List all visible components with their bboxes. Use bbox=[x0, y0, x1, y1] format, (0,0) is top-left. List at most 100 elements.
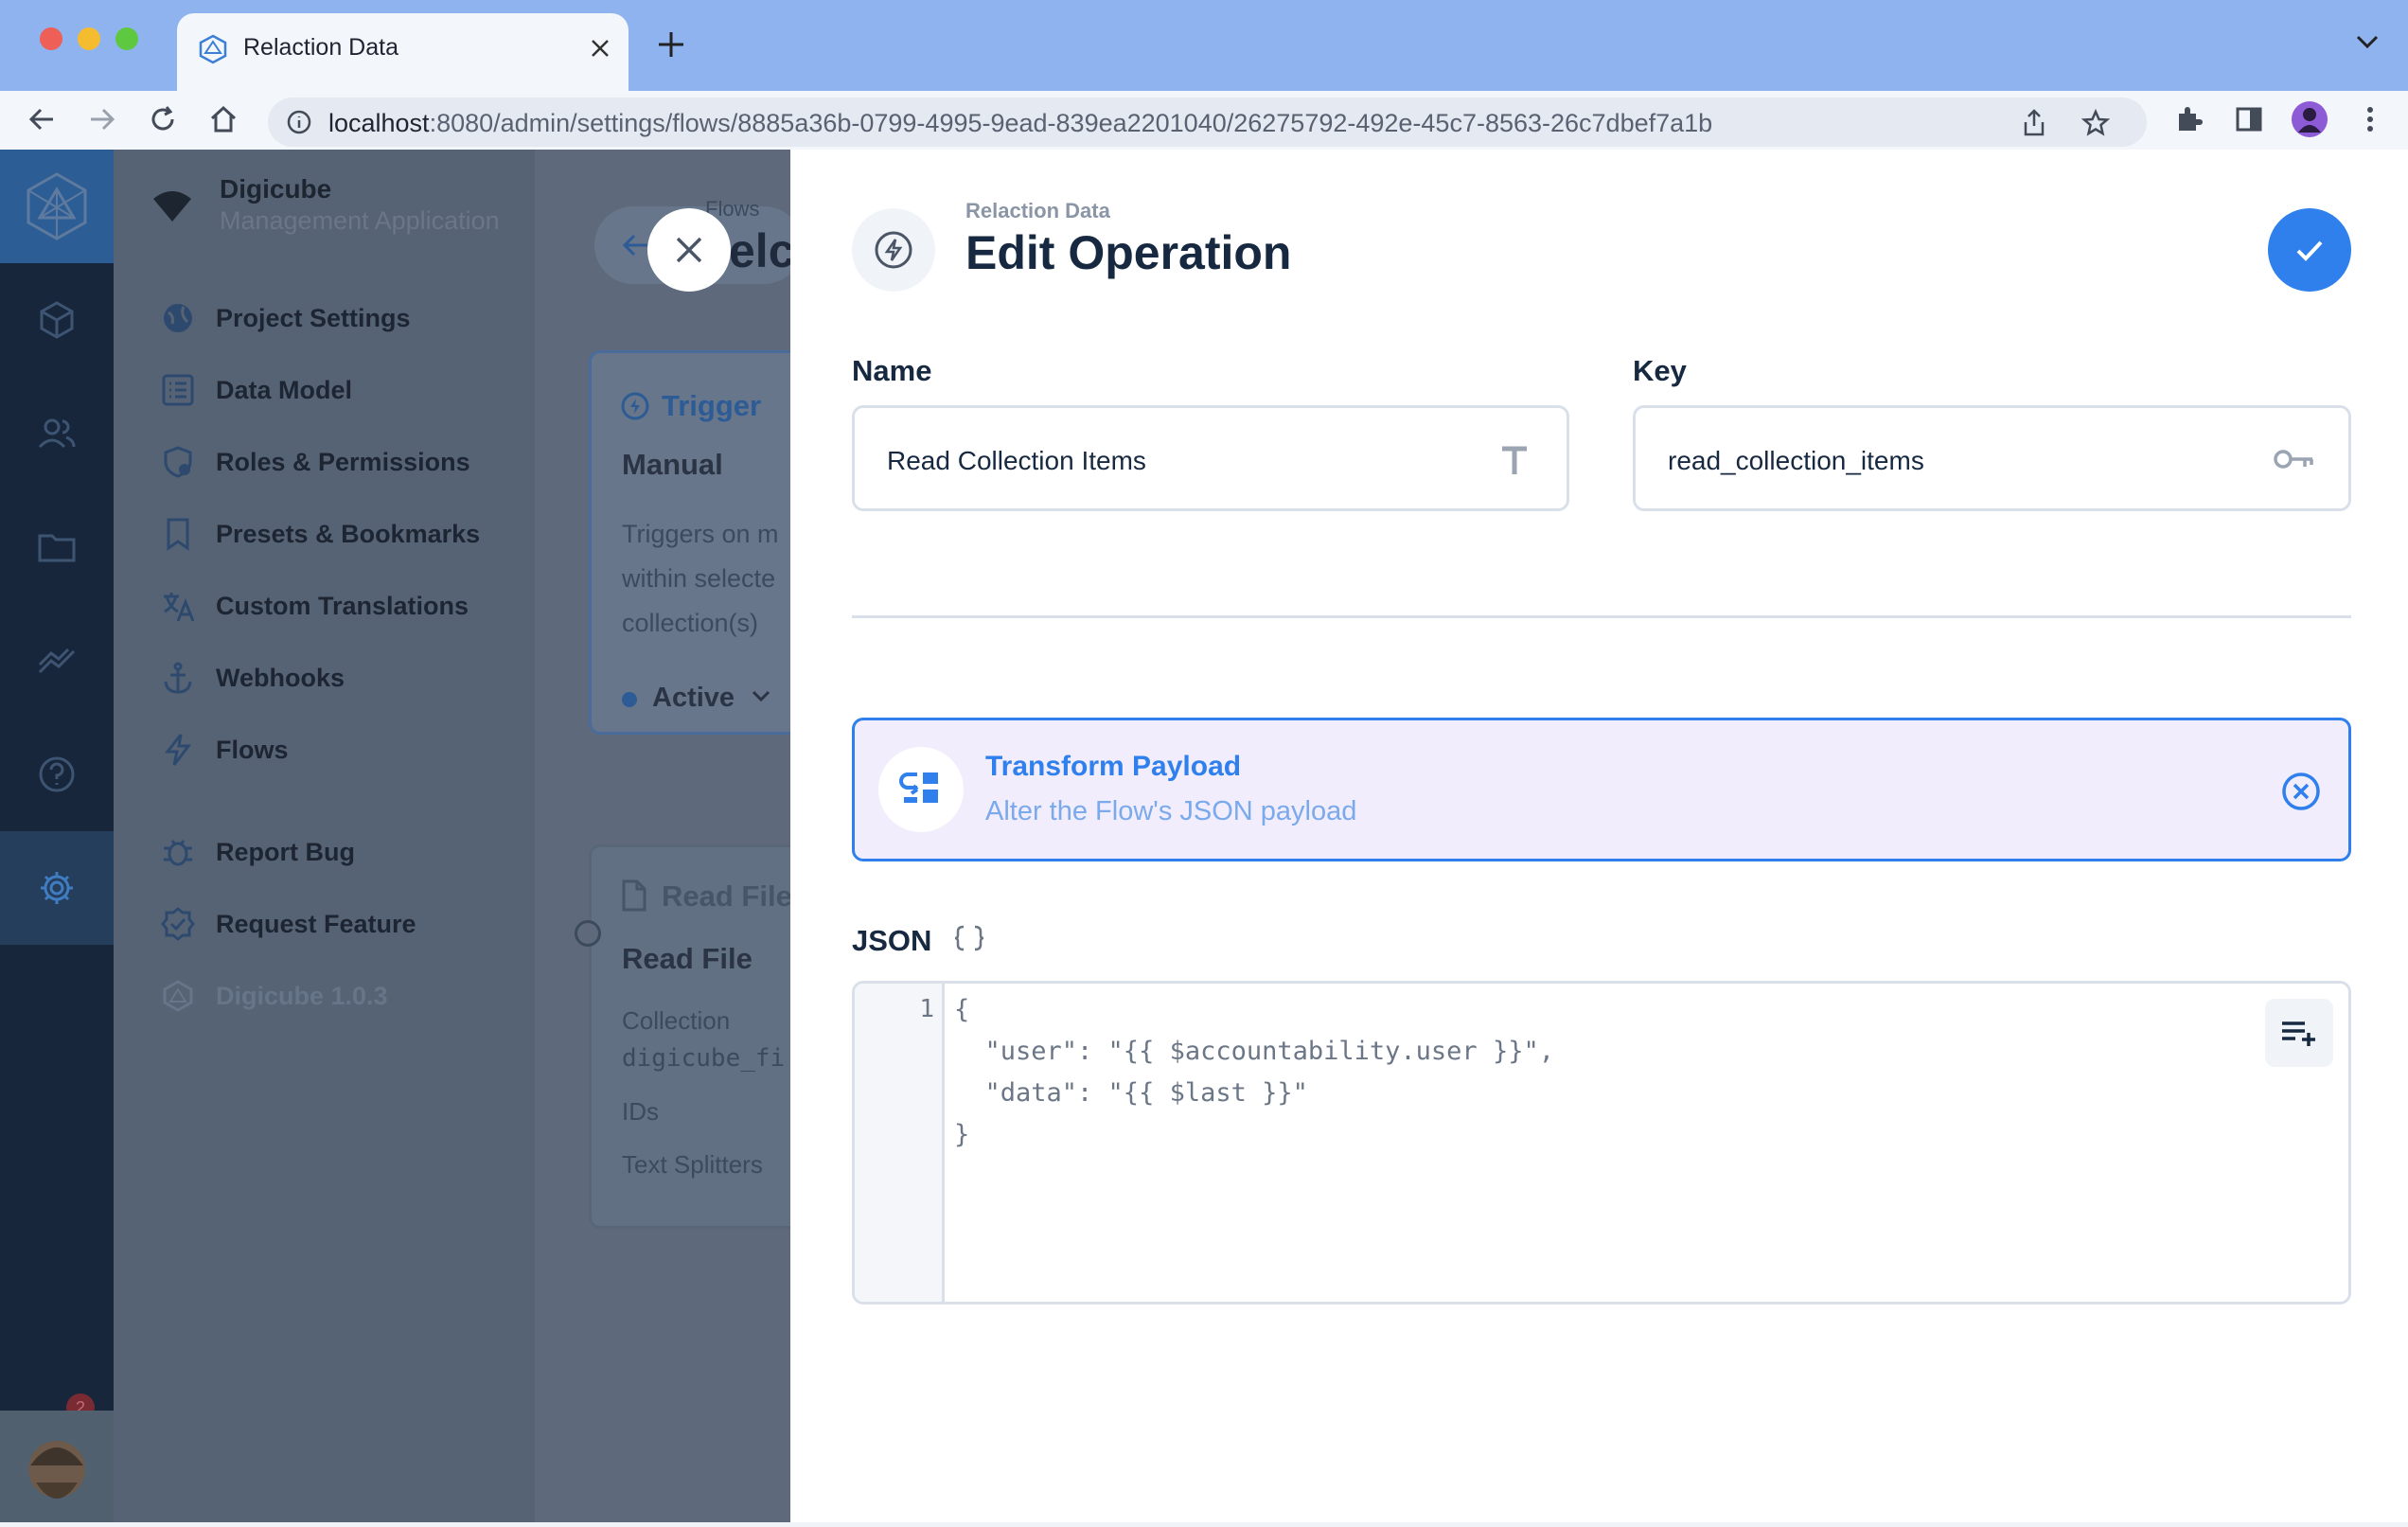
extensions-icon[interactable] bbox=[2169, 100, 2207, 138]
line-number-gutter: 1 bbox=[855, 984, 945, 1302]
share-icon[interactable] bbox=[2021, 109, 2047, 137]
nav-item-label: Flows bbox=[216, 735, 289, 764]
project-descriptor: Management Application bbox=[220, 206, 500, 235]
close-drawer-button[interactable] bbox=[647, 208, 731, 292]
check-badge-icon bbox=[159, 905, 197, 943]
module-rail: 2 bbox=[0, 150, 114, 1522]
key-value: read_collection_items bbox=[1668, 446, 1924, 475]
trigger-description: Triggers on m within selecte collection(… bbox=[622, 512, 779, 646]
version-label: Digicube 1.0.3 bbox=[216, 981, 388, 1010]
forward-icon[interactable] bbox=[83, 100, 121, 138]
name-label: Name bbox=[852, 354, 932, 387]
translate-icon bbox=[159, 587, 197, 625]
close-icon bbox=[676, 237, 702, 263]
rail-files-module[interactable] bbox=[0, 490, 114, 604]
globe-icon bbox=[159, 299, 197, 337]
cube-icon bbox=[40, 301, 74, 339]
app-logo[interactable] bbox=[0, 150, 114, 263]
browser-titlebar: Relaction Data bbox=[0, 0, 2408, 91]
trigger-status[interactable]: Active bbox=[652, 683, 735, 714]
insights-icon bbox=[38, 648, 76, 674]
rail-users-module[interactable] bbox=[0, 377, 114, 490]
json-label-text: JSON bbox=[852, 924, 932, 957]
nav-item-presets-bookmarks[interactable]: Presets & Bookmarks bbox=[159, 506, 480, 562]
connector-dot[interactable] bbox=[575, 920, 601, 947]
key-field[interactable]: read_collection_items bbox=[1633, 405, 2351, 511]
header-icon-container bbox=[852, 208, 935, 292]
browser-toolbar: localhost:8080/admin/settings/flows/8885… bbox=[0, 91, 2408, 151]
app: 2 Digicube Management Application Projec… bbox=[0, 150, 2408, 1522]
url-host: localhost bbox=[328, 109, 430, 137]
bug-icon bbox=[159, 833, 197, 871]
version-info: Digicube 1.0.3 bbox=[159, 968, 388, 1024]
json-code-editor[interactable]: 1 { "user": "{{ $accountability.user }}"… bbox=[852, 981, 2351, 1305]
url-text: localhost:8080/admin/settings/flows/8885… bbox=[328, 109, 1712, 138]
back-arrow-icon bbox=[622, 234, 647, 257]
home-icon[interactable] bbox=[204, 100, 242, 138]
name-field[interactable]: Read Collection Items bbox=[852, 405, 1569, 511]
maximize-window-button[interactable] bbox=[115, 27, 138, 50]
bolt-icon bbox=[159, 731, 197, 769]
tab-close-icon[interactable] bbox=[588, 36, 612, 61]
drawer-breadcrumb[interactable]: Relaction Data bbox=[965, 199, 1110, 223]
key-label: Key bbox=[1633, 354, 1687, 387]
nav-item-label: Data Model bbox=[216, 375, 353, 404]
new-tab-icon[interactable] bbox=[655, 28, 687, 61]
nav-item-label: Project Settings bbox=[216, 303, 411, 332]
list-icon bbox=[159, 371, 197, 409]
flow-canvas-background: Flows elc Trigger Manual Triggers on m w… bbox=[535, 150, 841, 1522]
nav-item-flows[interactable]: Flows bbox=[159, 721, 289, 778]
collection-label: Collection bbox=[622, 1006, 731, 1035]
save-button[interactable] bbox=[2268, 208, 2351, 292]
insert-variable-button[interactable] bbox=[2265, 999, 2333, 1067]
back-icon[interactable] bbox=[23, 100, 61, 138]
rail-settings-module[interactable] bbox=[0, 831, 114, 945]
project-name: Digicube bbox=[220, 174, 332, 204]
help-icon bbox=[39, 756, 75, 792]
section-divider bbox=[852, 615, 2351, 618]
rail-insights-module[interactable] bbox=[0, 604, 114, 718]
anchor-icon bbox=[159, 659, 197, 697]
address-bar[interactable]: localhost:8080/admin/settings/flows/8885… bbox=[268, 98, 2147, 147]
trigger-desc-line: collection(s) bbox=[622, 609, 759, 637]
nav-item-project-settings[interactable]: Project Settings bbox=[159, 290, 411, 346]
nav-item-label: Report Bug bbox=[216, 837, 355, 866]
browser-tab[interactable]: Relaction Data bbox=[177, 13, 629, 91]
trigger-desc-line: within selecte bbox=[622, 564, 776, 593]
json-label: JSON bbox=[852, 924, 985, 958]
remove-operation-icon[interactable] bbox=[2280, 771, 2322, 812]
rail-help-module[interactable] bbox=[0, 718, 114, 831]
shield-icon bbox=[159, 443, 197, 481]
nav-item-roles-permissions[interactable]: Roles & Permissions bbox=[159, 434, 470, 490]
menu-icon[interactable] bbox=[2351, 100, 2389, 138]
tab-title: Relaction Data bbox=[243, 34, 398, 61]
selected-operation-card[interactable]: Transform Payload Alter the Flow's JSON … bbox=[852, 718, 2351, 861]
star-icon[interactable] bbox=[2081, 109, 2110, 137]
nav-item-webhooks[interactable]: Webhooks bbox=[159, 649, 345, 706]
tab-favicon-icon bbox=[199, 34, 227, 64]
info-icon[interactable] bbox=[287, 110, 311, 134]
url-path: :8080/admin/settings/flows/8885a36b-0799… bbox=[429, 109, 1713, 137]
trigger-desc-line: Triggers on m bbox=[622, 520, 779, 548]
braces-icon bbox=[954, 925, 984, 951]
sidepanel-icon[interactable] bbox=[2230, 100, 2268, 138]
minimize-window-button[interactable] bbox=[78, 27, 100, 50]
close-window-button[interactable] bbox=[40, 27, 62, 50]
nav-item-request-feature[interactable]: Request Feature bbox=[159, 896, 416, 952]
project-wifi-icon bbox=[153, 191, 191, 222]
user-avatar-icon bbox=[28, 1441, 85, 1499]
nav-item-label: Roles & Permissions bbox=[216, 447, 470, 476]
profile-avatar[interactable] bbox=[2291, 100, 2328, 138]
user-avatar[interactable] bbox=[0, 1411, 114, 1522]
read-card-header: Read File bbox=[662, 879, 792, 913]
nav-item-report-bug[interactable]: Report Bug bbox=[159, 824, 355, 880]
nav-item-data-model[interactable]: Data Model bbox=[159, 362, 352, 418]
key-icon bbox=[2274, 450, 2313, 469]
trigger-title: Manual bbox=[622, 448, 723, 481]
rail-content-module[interactable] bbox=[0, 263, 114, 377]
read-card-title: Read File bbox=[622, 942, 752, 975]
nav-item-custom-translations[interactable]: Custom Translations bbox=[159, 577, 469, 634]
tab-list-chevron-icon[interactable] bbox=[2355, 32, 2380, 51]
reload-icon[interactable] bbox=[144, 100, 182, 138]
code-line: "user": "{{ $accountability.user }}", bbox=[954, 1037, 1554, 1066]
